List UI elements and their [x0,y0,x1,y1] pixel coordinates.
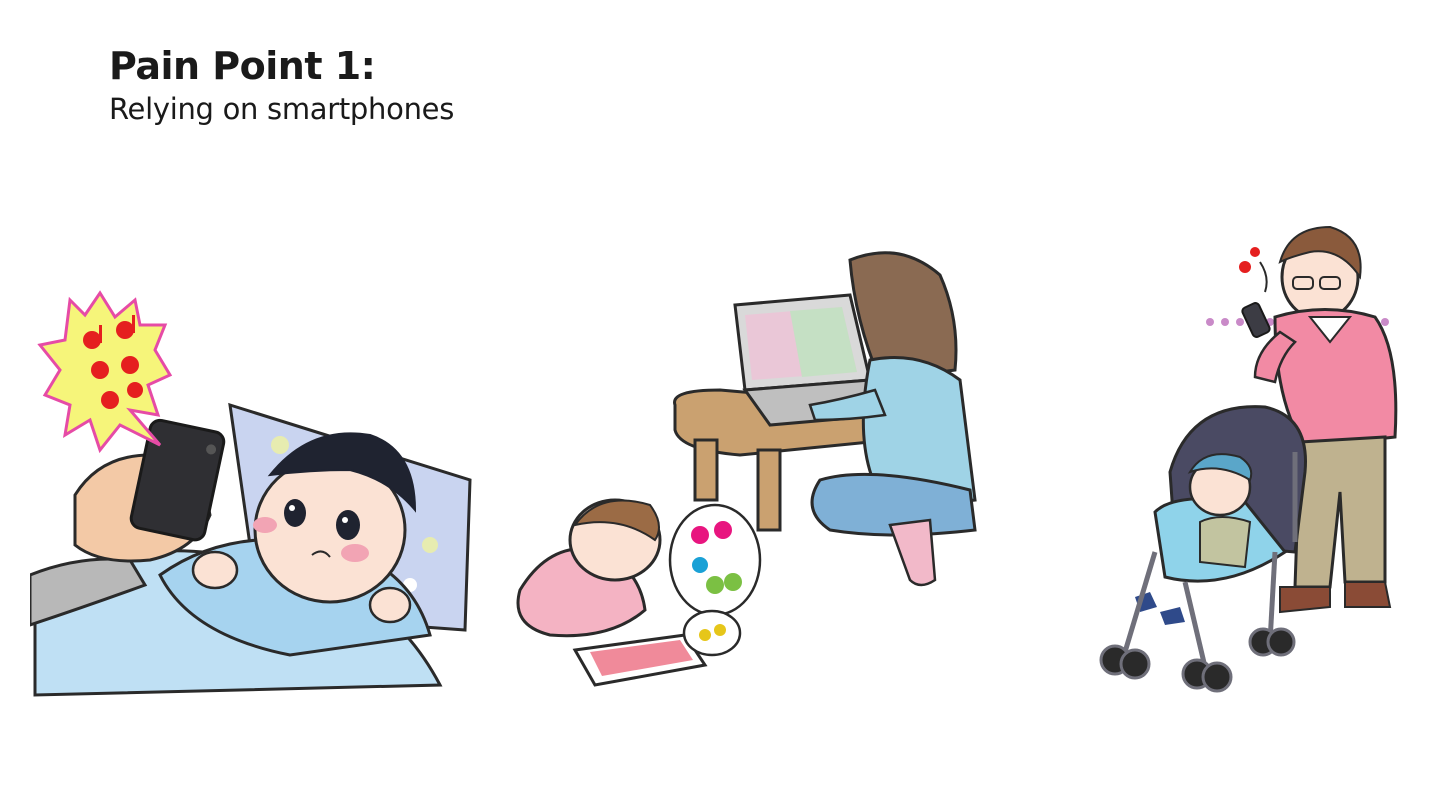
baby-in-bed-with-phone-illustration [30,285,475,700]
music-bubble-small [682,609,742,657]
slide-heading: Pain Point 1: Relying on smartphones [109,42,454,128]
father-stroller-illustration-svg [1099,225,1398,693]
music-bubble-large [668,503,762,617]
baby-phone-illustration-svg [30,290,472,697]
father-phone-shape [1241,302,1271,338]
mother-laptop-child-tablet-illustration [490,240,980,700]
slide-subtitle: Relying on smartphones [109,92,454,126]
mother-laptop-illustration-svg [516,251,977,687]
slide-title: Pain Point 1: [109,44,376,88]
father-phone-stroller-illustration [1095,222,1405,702]
